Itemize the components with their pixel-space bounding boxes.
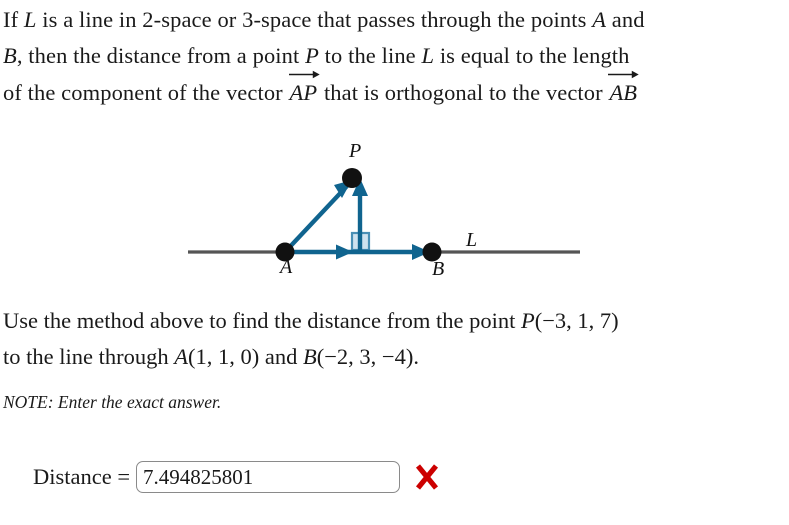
vector-AB-mid-arrowhead-icon (336, 244, 353, 260)
math-var-A: A (592, 7, 607, 32)
statement-text: If (3, 7, 24, 32)
math-var-B: B (302, 344, 317, 369)
statement-text: is a line in 2-space or 3-space that pas… (36, 7, 593, 32)
vector-AP-shaft (283, 184, 349, 254)
statement-text: that is orthogonal to the vector (318, 80, 609, 105)
math-var-L: L (421, 43, 435, 68)
statement-line-2: B, then the distance from a point P to t… (3, 38, 789, 74)
point-P-dot (342, 168, 362, 188)
question-line-2: to the line through A(1, 1, 0) and B(−2,… (3, 339, 789, 375)
question-text: Use the method above to find the distanc… (3, 308, 521, 333)
math-var-P: P (521, 308, 535, 333)
vector-AB-label: AB (609, 80, 638, 105)
vector-AB: AB (608, 70, 640, 111)
point-P-label: P (349, 140, 362, 162)
point-B-label: B (432, 258, 445, 280)
vector-AP-label: AP (289, 80, 318, 105)
question-text: . (413, 344, 419, 369)
math-var-A: A (174, 344, 188, 369)
wrong-x-icon (414, 462, 440, 492)
vector-AP: AP (288, 70, 320, 111)
statement-line-3: of the component of the vector AP that i… (3, 70, 789, 111)
statement-text: , then the distance from a point (16, 43, 306, 68)
math-var-P: P (305, 43, 319, 68)
statement-text: to the line (318, 43, 422, 68)
answer-label: Distance = (33, 464, 131, 489)
math-var-L: L (23, 7, 37, 32)
statement-text: of the component of the vector (3, 80, 289, 105)
answer-row: Distance = (33, 455, 440, 499)
point-A-coordinates: (1, 1, 0) (187, 344, 260, 369)
geometry-figure: P A B L (0, 128, 789, 293)
math-var-B: B (3, 43, 17, 68)
statement-line-1: If L is a line in 2-space or 3-space tha… (3, 2, 789, 38)
question-text: to the line through (3, 344, 175, 369)
line-L-label: L (466, 229, 478, 251)
distance-answer-input[interactable] (136, 461, 401, 493)
problem-statement: If L is a line in 2-space or 3-space tha… (3, 2, 789, 111)
statement-text: and (606, 7, 645, 32)
question-text: and (259, 344, 303, 369)
point-P-coordinates: (−3, 1, 7) (534, 308, 619, 333)
question-prompt: Use the method above to find the distanc… (3, 303, 789, 375)
point-A-label: A (280, 256, 293, 278)
statement-text: is equal to the length (434, 43, 630, 68)
question-line-1: Use the method above to find the distanc… (3, 303, 789, 339)
note-text: NOTE: Enter the exact answer. (3, 392, 222, 412)
point-B-coordinates: (−2, 3, −4) (316, 344, 414, 369)
figure-canvas (188, 168, 580, 262)
